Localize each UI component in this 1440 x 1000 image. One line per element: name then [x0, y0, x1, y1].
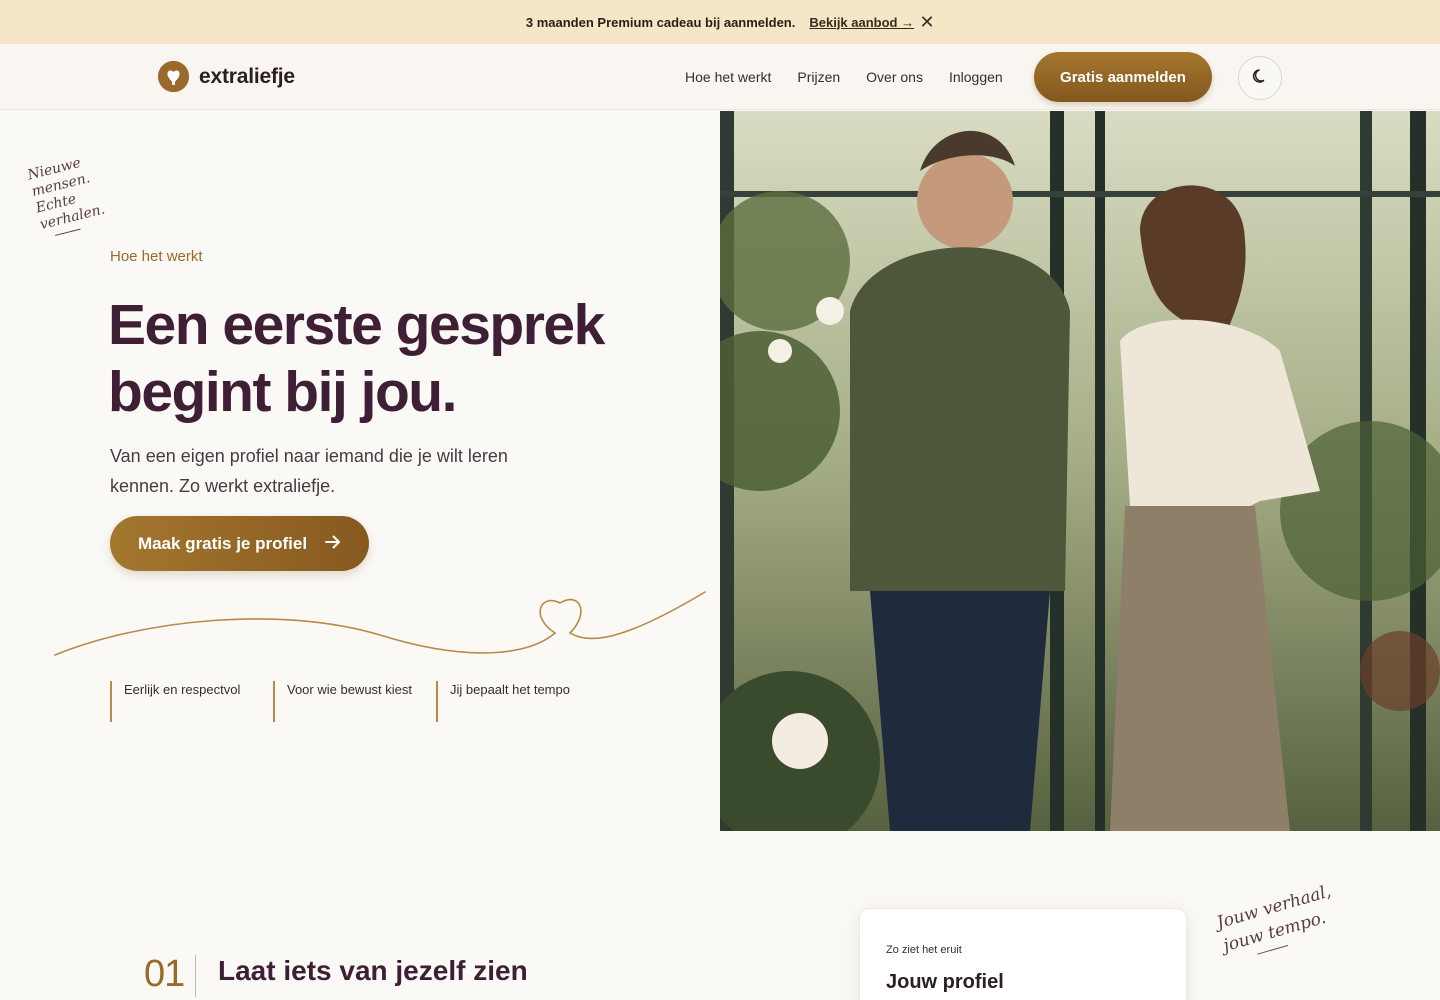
- logo-mark-icon: [158, 61, 189, 92]
- card-title: Jouw profiel: [886, 971, 1004, 993]
- main-nav: Hoe het werkt Prijzen Over ons Inloggen: [685, 69, 1003, 85]
- hero-title-line: begint bij jou.: [108, 360, 457, 424]
- step-number: 01: [144, 953, 185, 995]
- handwritten-note-2: Jouw verhaal, jouw tempo.: [1214, 879, 1344, 963]
- step-divider: [195, 955, 196, 997]
- moon-icon: [1251, 67, 1269, 90]
- feature-label: Eerlijk en respectvol: [124, 682, 241, 697]
- feature-item: Jij bepaalt het tempo: [436, 681, 599, 722]
- hero-title-line: Een eerste gesprek: [108, 293, 605, 357]
- feature-item: Voor wie bewust kiest: [273, 681, 436, 722]
- hero-photo: [720, 111, 1440, 831]
- couple-greenhouse-image: [720, 111, 1440, 831]
- brand-name: extraliefje: [199, 64, 295, 88]
- nav-item-over-ons[interactable]: Over ons: [866, 69, 923, 85]
- hero-title: Een eerste gesprek begint bij jou.: [108, 292, 668, 426]
- feature-list: Eerlijk en respectvol Voor wie bewust ki…: [110, 681, 599, 722]
- heart-curve-decoration: [54, 591, 706, 656]
- nav-item-prijzen[interactable]: Prijzen: [797, 69, 840, 85]
- feature-label: Voor wie bewust kiest: [287, 682, 413, 697]
- create-profile-button[interactable]: Maak gratis je profiel: [110, 516, 369, 571]
- handwritten-note: Nieuwe mensen. Echte verhalen.: [26, 149, 121, 239]
- card-eyebrow: Zo ziet het eruit: [886, 944, 962, 956]
- arrow-right-icon: [325, 534, 341, 554]
- promo-bar: 3 maanden Premium cadeau bij aanmelden. …: [0, 0, 1440, 44]
- step-title: Laat iets van jezelf zien: [218, 955, 528, 986]
- close-icon[interactable]: ✕: [918, 13, 936, 31]
- promo-link[interactable]: Bekijk aanbod →: [809, 15, 914, 30]
- profile-preview-card: Zo ziet het eruit Jouw profiel: [859, 908, 1187, 1000]
- theme-toggle-button[interactable]: [1238, 56, 1282, 100]
- nav-item-hoe-het-werkt[interactable]: Hoe het werkt: [685, 69, 771, 85]
- nav-item-inloggen[interactable]: Inloggen: [949, 69, 1003, 85]
- create-profile-label: Maak gratis je profiel: [137, 533, 308, 553]
- hero-eyebrow: Hoe het werkt: [110, 248, 203, 265]
- promo-message: 3 maanden Premium cadeau bij aanmelden.: [525, 14, 796, 30]
- feature-item: Eerlijk en respectvol: [110, 681, 273, 722]
- hero-subtitle: Van een eigen profiel naar iemand die je…: [110, 446, 508, 496]
- feature-label: Jij bepaalt het tempo: [450, 682, 570, 697]
- site-header: extraliefje Hoe het werkt Prijzen Over o…: [0, 44, 1440, 110]
- logo[interactable]: extraliefje: [158, 61, 295, 92]
- signup-button[interactable]: Gratis aanmelden: [1034, 52, 1212, 102]
